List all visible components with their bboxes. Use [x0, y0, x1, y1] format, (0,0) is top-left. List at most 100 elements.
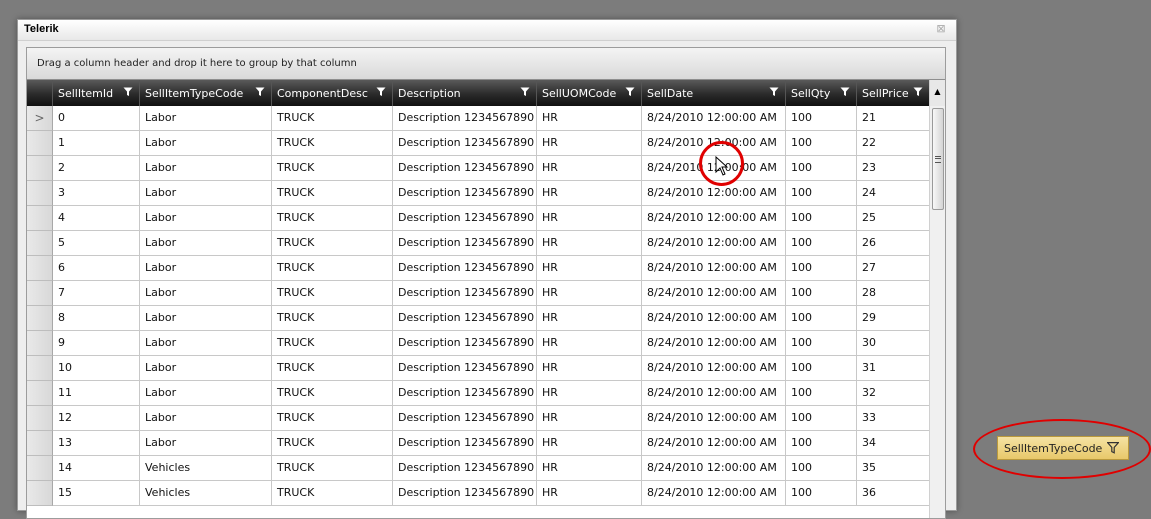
table-cell[interactable]: 100: [786, 256, 857, 281]
row-indicator[interactable]: [27, 306, 53, 331]
table-cell[interactable]: 3: [53, 181, 140, 206]
table-cell[interactable]: 100: [786, 206, 857, 231]
group-panel[interactable]: Drag a column header and drop it here to…: [27, 48, 945, 80]
table-cell[interactable]: 8/24/2010 12:00:00 AM: [642, 381, 786, 406]
row-indicator[interactable]: [27, 256, 53, 281]
table-cell[interactable]: Labor: [140, 106, 272, 131]
table-cell[interactable]: HR: [537, 406, 642, 431]
table-cell[interactable]: 8/24/2010 12:00:00 AM: [642, 231, 786, 256]
table-cell[interactable]: Labor: [140, 206, 272, 231]
table-cell[interactable]: Labor: [140, 306, 272, 331]
table-row[interactable]: 5 Labor TRUCK Description 1234567890 HR 8/24/…: [27, 231, 930, 256]
table-cell[interactable]: TRUCK: [272, 306, 393, 331]
column-header-sellprice[interactable]: SellPrice: [857, 80, 930, 106]
table-cell[interactable]: 24: [857, 181, 930, 206]
row-indicator[interactable]: [27, 356, 53, 381]
table-cell[interactable]: 100: [786, 456, 857, 481]
filter-icon[interactable]: [255, 87, 265, 97]
table-cell[interactable]: 15: [53, 481, 140, 506]
table-cell[interactable]: HR: [537, 481, 642, 506]
table-cell[interactable]: Description 1234567890: [393, 156, 537, 181]
table-cell[interactable]: 26: [857, 231, 930, 256]
table-cell[interactable]: 36: [857, 481, 930, 506]
table-cell[interactable]: 14: [53, 456, 140, 481]
table-cell[interactable]: 34: [857, 431, 930, 456]
table-row[interactable]: 14 Vehicles TRUCK Description 1234567890 HR 8…: [27, 456, 930, 481]
table-cell[interactable]: 0: [53, 106, 140, 131]
table-cell[interactable]: 1: [53, 131, 140, 156]
table-cell[interactable]: 8/24/2010 12:00:00 AM: [642, 106, 786, 131]
table-cell[interactable]: Labor: [140, 281, 272, 306]
table-cell[interactable]: 28: [857, 281, 930, 306]
table-cell[interactable]: HR: [537, 306, 642, 331]
table-cell[interactable]: 31: [857, 356, 930, 381]
table-cell[interactable]: Description 1234567890: [393, 356, 537, 381]
table-cell[interactable]: HR: [537, 456, 642, 481]
table-cell[interactable]: 13: [53, 431, 140, 456]
filter-icon[interactable]: [769, 87, 779, 97]
table-cell[interactable]: Description 1234567890: [393, 131, 537, 156]
column-header-selldate[interactable]: SellDate: [642, 80, 786, 106]
current-row-arrow-icon[interactable]: >: [27, 106, 53, 131]
table-row[interactable]: >0 Labor TRUCK Description 1234567890 HR 8/24…: [27, 106, 930, 131]
table-row[interactable]: 11 Labor TRUCK Description 1234567890 HR 8/24…: [27, 381, 930, 406]
column-header-sellqty[interactable]: SellQty: [786, 80, 857, 106]
table-cell[interactable]: TRUCK: [272, 406, 393, 431]
column-header-sellitemid[interactable]: SellItemId: [53, 80, 140, 106]
table-cell[interactable]: HR: [537, 381, 642, 406]
table-cell[interactable]: 30: [857, 331, 930, 356]
table-cell[interactable]: Description 1234567890: [393, 106, 537, 131]
filter-icon[interactable]: [123, 87, 133, 97]
table-cell[interactable]: 100: [786, 106, 857, 131]
table-cell[interactable]: 35: [857, 456, 930, 481]
table-cell[interactable]: 100: [786, 306, 857, 331]
table-cell[interactable]: 100: [786, 406, 857, 431]
table-cell[interactable]: HR: [537, 131, 642, 156]
table-cell[interactable]: 100: [786, 181, 857, 206]
column-header-sellitemtypecode[interactable]: SellItemTypeCode: [140, 80, 272, 106]
table-cell[interactable]: TRUCK: [272, 181, 393, 206]
table-cell[interactable]: Vehicles: [140, 456, 272, 481]
table-cell[interactable]: 100: [786, 156, 857, 181]
table-cell[interactable]: Labor: [140, 381, 272, 406]
table-cell[interactable]: 100: [786, 381, 857, 406]
table-cell[interactable]: 23: [857, 156, 930, 181]
table-cell[interactable]: TRUCK: [272, 131, 393, 156]
table-cell[interactable]: Description 1234567890: [393, 181, 537, 206]
table-cell[interactable]: TRUCK: [272, 356, 393, 381]
table-cell[interactable]: Labor: [140, 181, 272, 206]
table-cell[interactable]: 100: [786, 231, 857, 256]
table-cell[interactable]: 100: [786, 281, 857, 306]
table-cell[interactable]: HR: [537, 331, 642, 356]
table-cell[interactable]: TRUCK: [272, 431, 393, 456]
table-cell[interactable]: TRUCK: [272, 481, 393, 506]
table-cell[interactable]: 8: [53, 306, 140, 331]
table-row[interactable]: 13 Labor TRUCK Description 1234567890 HR 8/24…: [27, 431, 930, 456]
table-row[interactable]: 7 Labor TRUCK Description 1234567890 HR 8/24/…: [27, 281, 930, 306]
row-indicator[interactable]: [27, 481, 53, 506]
table-cell[interactable]: Labor: [140, 231, 272, 256]
row-indicator[interactable]: [27, 456, 53, 481]
table-cell[interactable]: Labor: [140, 406, 272, 431]
table-cell[interactable]: Labor: [140, 431, 272, 456]
row-indicator[interactable]: [27, 331, 53, 356]
table-cell[interactable]: 100: [786, 431, 857, 456]
table-cell[interactable]: TRUCK: [272, 381, 393, 406]
table-cell[interactable]: 5: [53, 231, 140, 256]
table-cell[interactable]: TRUCK: [272, 206, 393, 231]
table-cell[interactable]: 8/24/2010 12:00:00 AM: [642, 406, 786, 431]
table-cell[interactable]: Description 1234567890: [393, 306, 537, 331]
scrollbar-thumb[interactable]: [932, 108, 944, 210]
table-cell[interactable]: HR: [537, 256, 642, 281]
table-cell[interactable]: 32: [857, 381, 930, 406]
table-cell[interactable]: Labor: [140, 256, 272, 281]
table-cell[interactable]: Description 1234567890: [393, 281, 537, 306]
table-cell[interactable]: TRUCK: [272, 456, 393, 481]
table-cell[interactable]: 8/24/2010 12:00:00 AM: [642, 306, 786, 331]
table-cell[interactable]: 4: [53, 206, 140, 231]
table-cell[interactable]: HR: [537, 356, 642, 381]
table-cell[interactable]: 2: [53, 156, 140, 181]
table-cell[interactable]: 10: [53, 356, 140, 381]
table-cell[interactable]: 7: [53, 281, 140, 306]
column-header-componentdesc[interactable]: ComponentDesc: [272, 80, 393, 106]
